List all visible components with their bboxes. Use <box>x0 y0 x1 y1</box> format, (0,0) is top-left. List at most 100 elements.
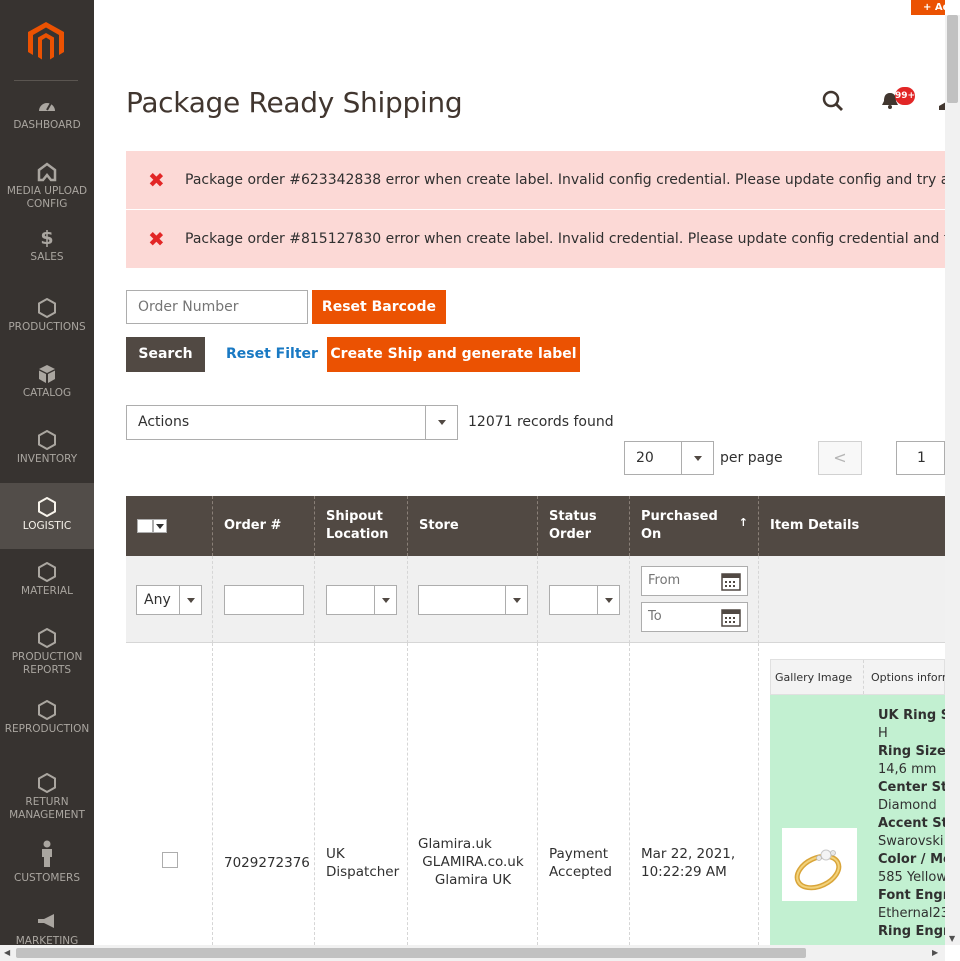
media-upload-icon <box>37 162 57 182</box>
option-value: H <box>878 726 888 741</box>
box-icon <box>39 365 55 383</box>
option-value: 14,6 mm <box>878 762 937 777</box>
sidebar-item-logistic[interactable]: LOGISTIC <box>0 483 94 549</box>
sidebar-item-catalog[interactable]: CATALOG <box>0 364 94 400</box>
filter-any-value: Any <box>144 592 171 608</box>
shipout-location-cell: UK Dispatcher <box>315 643 408 945</box>
sidebar-item-productions[interactable]: PRODUCTIONS <box>0 298 94 334</box>
magento-logo-icon[interactable] <box>28 22 64 62</box>
sidebar-item-material[interactable]: MATERIAL <box>0 562 94 598</box>
ring-image <box>794 849 842 891</box>
vertical-scroll-thumb[interactable] <box>947 15 958 103</box>
filter-cell: Any <box>126 556 213 643</box>
filter-shipout-select[interactable] <box>326 585 397 615</box>
chevron-down-icon <box>505 586 527 614</box>
sidebar-item-media-upload-config[interactable]: MEDIA UPLOAD CONFIG <box>0 162 94 211</box>
option-label: Color / Metal <box>878 852 945 867</box>
column-order-number[interactable]: Order # <box>213 496 315 556</box>
horizontal-scrollbar[interactable]: ◀ ▶ <box>0 945 945 961</box>
option-value: Diamond <box>878 798 937 813</box>
store-cell: Glamira.uk GLAMIRA.co.uk Glamira UK <box>408 643 538 945</box>
store-line: Glamira.uk <box>418 836 492 852</box>
order-number-cell: 7029272376 <box>213 643 315 945</box>
vertical-scrollbar[interactable]: ▼ <box>945 15 960 945</box>
option-label: Ring Size <box>878 744 945 759</box>
previous-page-button[interactable]: < <box>818 441 862 475</box>
sidebar-item-inventory[interactable]: INVENTORY <box>0 430 94 466</box>
shipout-location-line: UK <box>326 846 345 862</box>
sidebar-item-reproduction[interactable]: REPRODUCTION <box>0 700 94 736</box>
person-icon <box>42 840 52 867</box>
filter-store-select[interactable] <box>418 585 528 615</box>
error-message-text: Package order #623342838 error when crea… <box>185 172 945 188</box>
filter-cell <box>759 556 945 643</box>
sidebar-item-label: RETURN MANAGEMENT <box>9 796 85 821</box>
gallery-image-header: Gallery Image <box>775 671 853 684</box>
error-message: ✖ Package order #815127830 error when cr… <box>126 210 945 268</box>
mass-select-dropdown[interactable] <box>153 519 167 533</box>
filter-order-number-input[interactable] <box>224 585 304 615</box>
calendar-icon[interactable] <box>721 607 741 627</box>
chevron-down-icon <box>425 406 457 439</box>
purchased-on-line: Mar 22, 2021, <box>641 846 736 862</box>
per-page-select[interactable]: 20 <box>624 441 714 475</box>
error-icon: ✖ <box>148 168 165 192</box>
reset-barcode-button[interactable]: Reset Barcode <box>312 290 446 324</box>
column-store[interactable]: Store <box>408 496 538 556</box>
option-label: Accent Stones <box>878 816 945 831</box>
mass-select-checkbox[interactable] <box>137 519 153 533</box>
column-status-order[interactable]: Status Order <box>538 496 630 556</box>
hexagon-icon <box>38 497 56 517</box>
page-number-input[interactable]: 1 <box>896 441 945 475</box>
status-line: Accepted <box>549 864 612 880</box>
chevron-down-icon <box>179 586 201 614</box>
mass-actions-select[interactable]: Actions <box>126 405 458 440</box>
store-line: GLAMIRA.co.uk <box>422 854 524 870</box>
filter-status-select[interactable] <box>549 585 620 615</box>
hexagon-icon <box>38 700 56 720</box>
product-image[interactable] <box>782 828 857 901</box>
filter-date-to-input[interactable]: To <box>641 602 748 632</box>
notification-badge: 99+ <box>895 87 915 105</box>
scroll-down-arrow-icon[interactable]: ▼ <box>949 934 955 943</box>
option-label: Font Engraving <box>878 888 945 903</box>
grid-header: Order # Shipout Location Store Status Or… <box>126 496 945 556</box>
sidebar-item-dashboard[interactable]: DASHBOARD <box>0 96 94 132</box>
megaphone-icon <box>38 914 54 928</box>
sidebar-item-label: LOGISTIC <box>22 520 72 532</box>
create-ship-button[interactable]: Create Ship and generate label <box>327 337 580 372</box>
purchased-on-line: 10:22:29 AM <box>641 864 727 880</box>
sidebar-item-sales[interactable]: $ SALES <box>0 228 94 264</box>
horizontal-scroll-thumb[interactable] <box>16 948 806 958</box>
filter-cell <box>315 556 408 643</box>
logo-divider <box>14 80 78 81</box>
calendar-icon[interactable] <box>721 571 741 591</box>
sidebar-item-label: INVENTORY <box>16 453 78 465</box>
error-message: ✖ Package order #623342838 error when cr… <box>126 151 945 209</box>
filter-date-to-placeholder: To <box>648 609 662 624</box>
row-select-cell <box>126 643 213 945</box>
column-shipout-location[interactable]: Shipout Location <box>315 496 408 556</box>
sidebar-item-marketing[interactable]: MARKETING <box>0 912 94 948</box>
order-number-input[interactable]: Order Number <box>126 290 308 324</box>
column-purchased-on[interactable]: Purchased On ↑ <box>630 496 759 556</box>
sidebar-item-customers[interactable]: CUSTOMERS <box>0 840 94 885</box>
filter-any-select[interactable]: Any <box>136 585 202 615</box>
sort-asc-icon: ↑ <box>738 516 748 529</box>
hexagon-icon <box>38 773 56 793</box>
scroll-right-arrow-icon[interactable]: ▶ <box>932 948 938 957</box>
sidebar-item-production-reports[interactable]: PRODUCTION REPORTS <box>0 628 94 677</box>
mass-select-column[interactable] <box>126 496 213 556</box>
add-button[interactable]: + Add <box>911 0 945 15</box>
search-icon[interactable] <box>822 90 844 112</box>
scroll-left-arrow-icon[interactable]: ◀ <box>4 948 10 957</box>
filter-date-from-input[interactable]: From <box>641 566 748 596</box>
store-line: Glamira UK <box>434 872 512 888</box>
row-checkbox[interactable] <box>162 852 178 868</box>
column-item-details[interactable]: Item Details <box>759 496 945 556</box>
option-value: 585 Yellow Gold <box>878 870 945 885</box>
status-order-cell: Payment Accepted <box>538 643 630 945</box>
reset-filter-link[interactable]: Reset Filter <box>226 346 318 362</box>
sidebar-item-return-management[interactable]: RETURN MANAGEMENT <box>0 773 94 822</box>
search-button[interactable]: Search <box>126 337 205 372</box>
